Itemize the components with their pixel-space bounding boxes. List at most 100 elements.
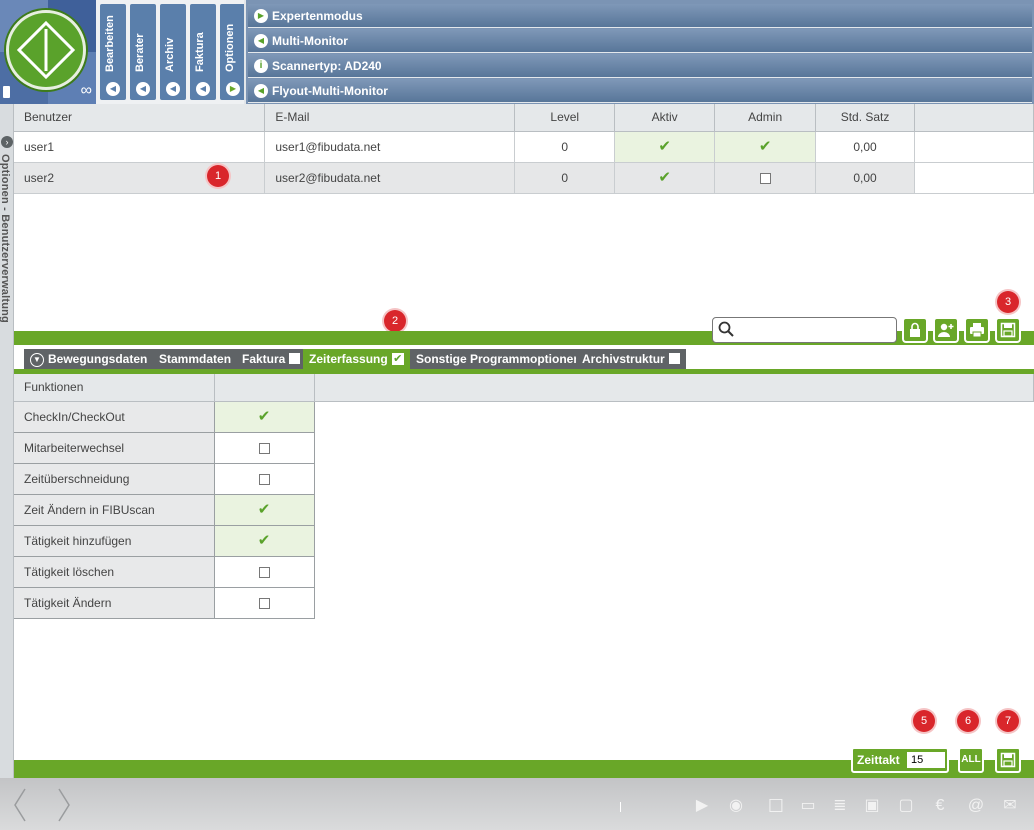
users-table-header: Benutzer E-Mail Level Aktiv Admin Std. S…	[14, 104, 1034, 132]
function-value-cell[interactable]: ✔	[214, 401, 315, 433]
device-icon[interactable]: ☐	[764, 796, 788, 816]
function-value-cell[interactable]	[214, 587, 315, 619]
menu-tab-bearbeiten[interactable]: Bearbeiten ◀	[100, 4, 126, 100]
function-label: Tätigkeit Ändern	[14, 587, 215, 619]
app-logo[interactable]: ∞	[0, 0, 96, 104]
menu-tab-optionen[interactable]: Optionen ▶	[220, 4, 246, 100]
checkmark-icon: ✔	[658, 169, 671, 186]
tab-faktura[interactable]: Faktura	[236, 349, 307, 369]
table-row[interactable]: Zeitüberschneidung	[14, 463, 1034, 495]
function-value-cell[interactable]: ✔	[214, 525, 315, 557]
search-icon	[718, 321, 734, 337]
admin-cell[interactable]: ✔	[714, 131, 817, 163]
table-row[interactable]: Tätigkeit Ändern	[14, 587, 1034, 619]
menu-tab-faktura[interactable]: Faktura ◀	[190, 4, 216, 100]
table-row[interactable]: Tätigkeit hinzufügen ✔	[14, 525, 1034, 557]
tab-checkbox[interactable]	[289, 353, 301, 365]
checkbox[interactable]	[759, 172, 771, 184]
option-flyout-multi-monitor[interactable]: ◀ Flyout-Multi-Monitor	[248, 79, 1032, 103]
info-icon: i	[254, 59, 268, 73]
zeittakt-input[interactable]	[907, 752, 945, 768]
disk-icon[interactable]: ▣	[862, 796, 882, 816]
column-header[interactable]: Level	[514, 104, 616, 132]
search-input[interactable]	[739, 321, 889, 339]
tab-archivstruktur[interactable]: Archivstruktur	[576, 349, 686, 369]
checkbox[interactable]	[258, 597, 270, 609]
checkmark-icon[interactable]: ✔	[391, 352, 404, 365]
tab-label: Archivstruktur	[582, 352, 665, 366]
arrow-right-icon: ▶	[226, 82, 240, 96]
column-header[interactable]: Benutzer	[14, 104, 266, 132]
save-button[interactable]	[995, 747, 1021, 773]
divider	[620, 802, 621, 812]
menu-tab-label: Faktura	[194, 32, 206, 72]
table-row[interactable]: Tätigkeit löschen	[14, 556, 1034, 588]
print-button[interactable]	[964, 317, 990, 343]
table-row[interactable]: user2 user2@fibudata.net 0 ✔ 0,00	[14, 162, 1034, 194]
search-field[interactable]	[712, 317, 897, 343]
side-panel-strip[interactable]: › Optionen - Benutzerverwaltung	[0, 104, 14, 778]
function-value-cell[interactable]: ✔	[214, 494, 315, 526]
arrow-left-icon: ◀	[254, 84, 268, 98]
tab-label: Faktura	[242, 352, 286, 366]
infinity-icon: ∞	[80, 82, 92, 99]
lock-button[interactable]	[902, 317, 928, 343]
empty-cell	[314, 401, 1034, 432]
empty-cell	[314, 556, 1034, 587]
checkmark-icon: ✔	[658, 138, 671, 155]
tab-stammdaten[interactable]: Stammdaten	[153, 349, 238, 369]
euro-icon[interactable]: €	[930, 796, 950, 816]
admin-cell[interactable]	[714, 162, 817, 194]
function-value-cell[interactable]	[214, 463, 315, 495]
column-header[interactable]: Admin	[714, 104, 817, 132]
table-row[interactable]: Zeit Ändern in FIBUscan ✔	[14, 494, 1034, 526]
tab-bewegungsdaten[interactable]: ▼ Bewegungsdaten	[24, 349, 154, 369]
tab-sonstige-programmoptionen[interactable]: Sonstige Programmoptionen	[410, 349, 587, 369]
table-row[interactable]: CheckIn/CheckOut ✔	[14, 401, 1034, 433]
tab-checkbox[interactable]	[668, 353, 680, 365]
checkbox[interactable]	[258, 442, 270, 454]
picture-icon[interactable]: ▢	[896, 796, 916, 816]
document-icon[interactable]: ≣	[830, 796, 850, 816]
save-button[interactable]	[995, 317, 1021, 343]
menu-tab-berater[interactable]: Berater ◀	[130, 4, 156, 100]
column-header[interactable]: E-Mail	[264, 104, 516, 132]
chevron-down-icon[interactable]: ▼	[30, 352, 44, 367]
nav-forward-icon[interactable]	[58, 788, 70, 822]
checkbox[interactable]	[258, 473, 270, 485]
at-icon[interactable]: @	[966, 796, 986, 816]
table-row[interactable]: user1 user1@fibudata.net 0 ✔ ✔ 0,00	[14, 131, 1034, 163]
aktiv-cell[interactable]: ✔	[614, 162, 716, 194]
monitor-icon[interactable]: ▭	[798, 796, 818, 816]
menu-tab-label: Bearbeiten	[104, 15, 116, 72]
option-scannertyp[interactable]: i Scannertyp: AD240	[248, 54, 1032, 78]
menu-tab-label: Archiv	[164, 37, 176, 72]
arrow-right-icon: ▶	[254, 9, 268, 23]
option-multi-monitor[interactable]: ◀ Multi-Monitor	[248, 29, 1032, 53]
youtube-icon[interactable]: ▶	[692, 796, 712, 816]
nav-back-icon[interactable]	[14, 788, 26, 822]
option-expertenmodus[interactable]: ▶ Expertenmodus	[248, 4, 1032, 28]
all-button[interactable]: ALL	[958, 747, 984, 773]
column-header[interactable]: Funktionen	[14, 374, 215, 402]
function-value-cell[interactable]	[214, 556, 315, 588]
function-label: Zeitüberschneidung	[14, 463, 215, 495]
chevron-right-icon[interactable]: ›	[1, 136, 13, 148]
function-value-cell[interactable]	[214, 432, 315, 464]
save-icon	[1000, 322, 1016, 338]
tab-bar: ▼ Bewegungsdaten Stammdaten Faktura Zeite…	[14, 345, 1034, 369]
add-user-button[interactable]	[933, 317, 959, 343]
eye-icon[interactable]: ◉	[726, 796, 746, 816]
option-label: Flyout-Multi-Monitor	[272, 84, 388, 98]
function-label: Mitarbeiterwechsel	[14, 432, 215, 464]
column-header[interactable]: Aktiv	[614, 104, 716, 132]
mail-icon[interactable]: ✉	[1000, 796, 1020, 816]
table-row[interactable]: Mitarbeiterwechsel	[14, 432, 1034, 464]
aktiv-cell[interactable]: ✔	[614, 131, 716, 163]
column-header[interactable]: Std. Satz	[815, 104, 916, 132]
checkbox[interactable]	[258, 566, 270, 578]
tab-zeiterfassung[interactable]: Zeiterfassung ✔	[303, 349, 410, 369]
menu-tab-archiv[interactable]: Archiv ◀	[160, 4, 186, 100]
menu-tab-label: Berater	[134, 33, 146, 72]
option-label: Scannertyp: AD240	[272, 59, 382, 73]
